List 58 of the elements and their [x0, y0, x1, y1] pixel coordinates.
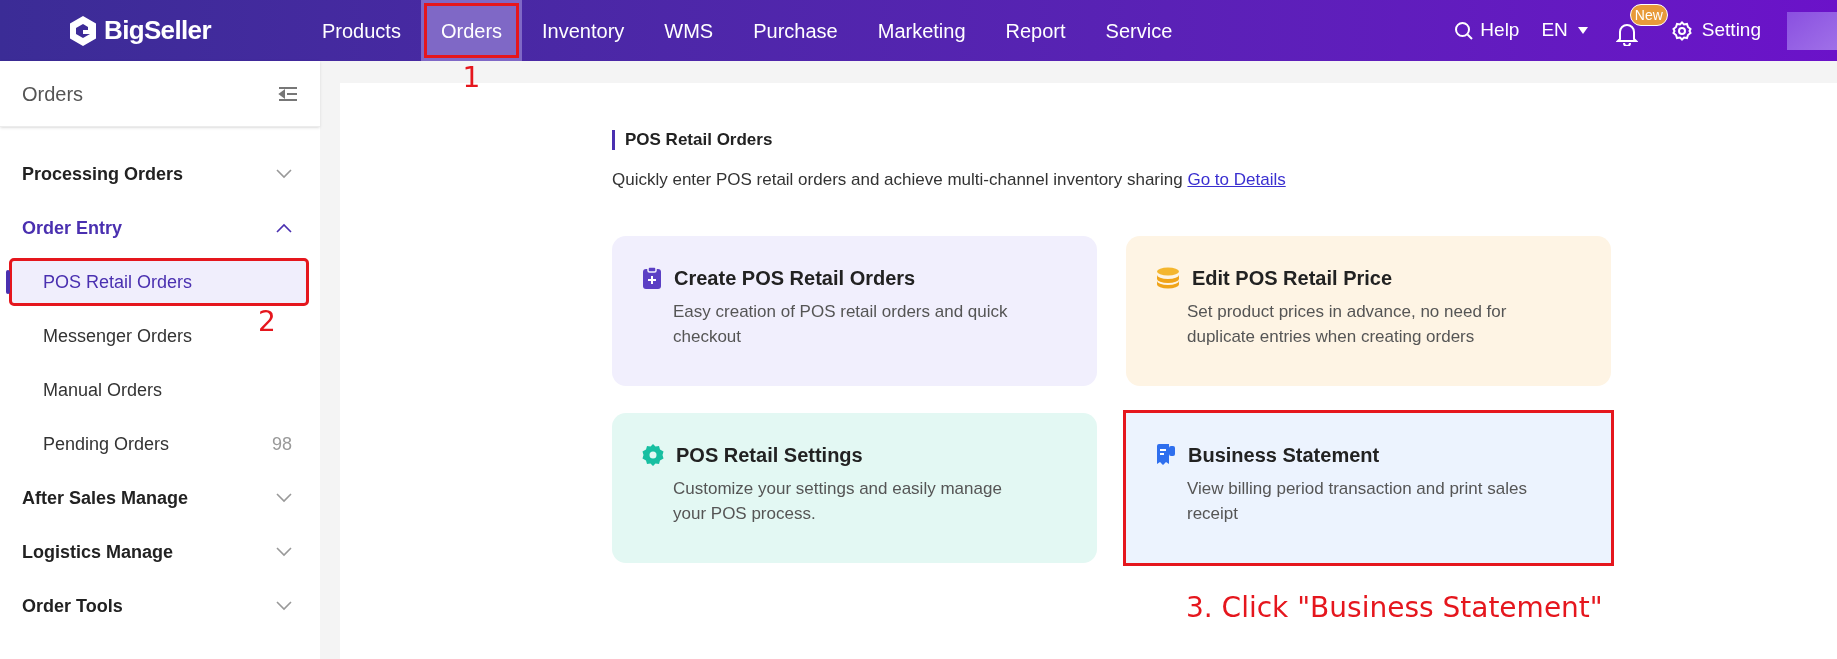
bell-icon: [1615, 21, 1638, 46]
card-description: Set product prices in advance, no need for duplicate entries when creating orders: [1187, 301, 1508, 348]
sidebar-item[interactable]: Manual Orders: [10, 367, 179, 413]
card-title: Business Statement: [1188, 443, 1380, 468]
sidebar-group[interactable]: After Sales Manage: [0, 471, 320, 525]
feature-card[interactable]: Create POS Retail Orders Easy creation of POS retail orders and quick checkout: [612, 236, 1097, 386]
nav-menu-item[interactable]: Purchase: [733, 0, 858, 61]
chevron-down-icon: [276, 547, 292, 557]
language-dropdown[interactable]: EN: [1541, 16, 1588, 45]
logo-icon: [68, 14, 98, 47]
nav-menu-item[interactable]: WMS: [644, 0, 734, 61]
section-description: Quickly enter POS retail orders and achieve multi-channel inventory sharing Go to Details: [612, 168, 1287, 191]
help-button[interactable]: Help: [1454, 16, 1520, 45]
gear-icon: [1671, 20, 1692, 41]
logo-text: BigSeller: [104, 14, 211, 47]
sidebar-group[interactable]: Order Entry: [0, 201, 320, 255]
card-description: Easy creation of POS retail orders and quick checkout: [673, 301, 1009, 348]
nav-menu-item[interactable]: Inventory: [522, 0, 645, 61]
card-title: Edit POS Retail Price: [1192, 266, 1393, 291]
feature-card[interactable]: POS Retail Settings Customize your settings and easily manage your POS process.: [612, 413, 1097, 563]
chevron-up-icon: [276, 223, 292, 233]
chevron-down-icon: [276, 493, 292, 503]
nav-menu-item[interactable]: Service: [1085, 0, 1193, 61]
sidebar-title: Orders: [22, 81, 84, 107]
sidebar-group[interactable]: Order Tools: [0, 579, 320, 633]
chevron-down-icon: [276, 601, 292, 611]
nav-menu-item[interactable]: Marketing: [857, 0, 986, 61]
go-to-details-link[interactable]: Go to Details: [1187, 169, 1286, 189]
coin-stack-icon: [1156, 267, 1180, 289]
sidebar-item[interactable]: Pending Orders 98: [10, 421, 308, 467]
chevron-down-icon: [276, 169, 292, 179]
card-description: View billing period transaction and print sales receipt: [1187, 478, 1528, 525]
setting-button[interactable]: Setting: [1671, 16, 1761, 45]
avatar-placeholder: [1787, 11, 1837, 50]
sidebar-item[interactable]: POS Retail Orders: [10, 259, 308, 305]
card-title: POS Retail Settings: [676, 443, 863, 468]
sidebar-group[interactable]: Processing Orders: [0, 147, 320, 201]
annotation-label: 1: [462, 64, 481, 92]
card-title: Create POS Retail Orders: [674, 266, 916, 291]
annotation-label: 2: [258, 308, 276, 336]
sidebar-item[interactable]: Messenger Orders: [10, 313, 209, 359]
new-badge: New: [1629, 3, 1668, 26]
card-description: Customize your settings and easily manage your POS process.: [673, 478, 1003, 525]
nav-menu-item[interactable]: Report: [985, 0, 1086, 61]
active-indicator: [6, 270, 10, 294]
annotation-label: 3. Click "Business Statement": [1186, 594, 1603, 622]
sidebar-group[interactable]: Logistics Manage: [0, 525, 320, 579]
gear-icon: [642, 444, 664, 466]
collapse-menu-icon: [278, 85, 298, 102]
clipboard-plus-icon: [642, 266, 662, 290]
feature-card[interactable]: Edit POS Retail Price Set product prices in advance, no need for duplicate entries when creating orders: [1126, 236, 1611, 386]
receipt-icon: [1156, 443, 1176, 467]
search-icon: [1454, 20, 1475, 41]
section-title: POS Retail Orders: [625, 129, 773, 151]
item-count: 98: [271, 432, 292, 456]
title-accent-bar: [612, 129, 615, 150]
nav-menu-item[interactable]: Products: [302, 0, 421, 61]
caret-icon: [1577, 27, 1588, 34]
